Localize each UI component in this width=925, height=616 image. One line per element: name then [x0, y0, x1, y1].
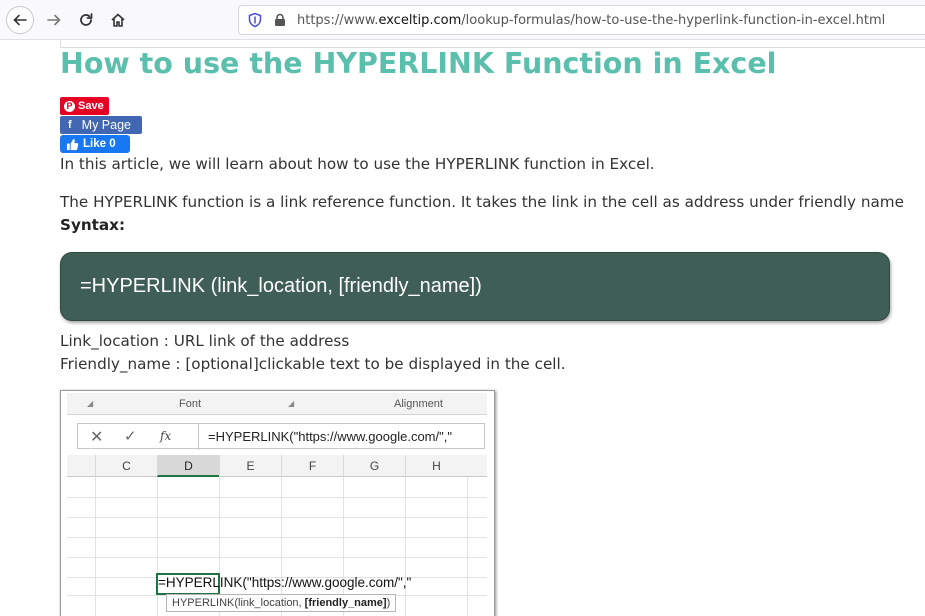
syntax-label: Syntax:: [60, 216, 126, 234]
formula-bar-text: =HYPERLINK("https://www.google.com/",": [208, 429, 452, 444]
checkmark-icon: ✓: [124, 428, 137, 445]
dialog-launcher-icon: ◢: [87, 399, 94, 408]
column-header: F: [281, 455, 343, 477]
grid-line: [67, 517, 487, 518]
home-button[interactable]: [104, 6, 132, 34]
function-icon: fx: [160, 429, 172, 443]
tooltip-bold-arg: [friendly_name]: [304, 597, 387, 609]
back-button[interactable]: [6, 6, 34, 34]
syntax-formula: =HYPERLINK (link_location, [friendly_nam…: [80, 275, 482, 297]
facebook-page-button[interactable]: f My Page: [60, 116, 142, 134]
active-cell-text: =HYPERLINK("https://www.google.com/",": [158, 575, 412, 590]
lock-icon[interactable]: [273, 13, 287, 27]
grid-line: [67, 537, 487, 538]
browser-toolbar: https://www.exceltip.com/lookup-formulas…: [0, 0, 925, 40]
facebook-like-button[interactable]: Like 0: [60, 135, 130, 153]
column-header: H: [405, 455, 467, 477]
column-header-selected: D: [157, 455, 219, 477]
url-path: /lookup-formulas/how-to-use-the-hyperlin…: [461, 12, 886, 28]
excel-screenshot: ◢ Font ◢ Alignment ✕ ✓ fx =HYPERLINK("ht…: [60, 390, 495, 616]
grid-line: [67, 497, 487, 498]
ribbon-group-font: Font: [179, 398, 202, 410]
intro-paragraph: In this article, we will learn about how…: [60, 155, 655, 173]
home-icon: [111, 13, 125, 27]
url-domain: exceltip.com: [378, 12, 462, 28]
reload-button[interactable]: [72, 6, 100, 34]
arrow-left-icon: [13, 14, 27, 26]
formula-bar: ✕ ✓ fx =HYPERLINK("https://www.google.co…: [77, 423, 485, 450]
column-headers: C D E F G H: [67, 455, 487, 477]
shield-icon[interactable]: [247, 12, 263, 28]
url-text[interactable]: https://www.exceltip.com/lookup-formulas…: [297, 13, 885, 28]
argument-friendly-name: Friendly_name : [optional]clickable text…: [60, 355, 566, 373]
dialog-launcher-icon: ◢: [288, 399, 295, 408]
pinterest-save-button[interactable]: P Save: [60, 97, 109, 115]
ribbon-group-alignment: Alignment: [394, 398, 443, 410]
syntax-box: =HYPERLINK (link_location, [friendly_nam…: [60, 252, 890, 321]
tooltip-prefix: HYPERLINK(link_location,: [172, 597, 305, 609]
grid-line: [67, 557, 487, 558]
description-paragraph: The HYPERLINK function is a link referen…: [60, 193, 904, 211]
column-header: E: [219, 455, 281, 477]
function-tooltip: HYPERLINK(link_location, [friendly_name]…: [166, 594, 397, 612]
facebook-page-label: My Page: [81, 118, 132, 132]
facebook-like-label: Like 0: [83, 138, 116, 150]
page-title: How to use the HYPERLINK Function in Exc…: [60, 47, 777, 80]
pinterest-icon: P: [64, 100, 75, 112]
url-bar[interactable]: https://www.exceltip.com/lookup-formulas…: [238, 5, 925, 35]
argument-link-location: Link_location : URL link of the address: [60, 332, 350, 350]
column-header: C: [95, 455, 157, 477]
arrow-right-icon: [47, 14, 61, 26]
pinterest-save-label: Save: [78, 100, 104, 112]
formula-bar-divider: [198, 424, 199, 450]
url-prefix: https://www.: [297, 12, 379, 28]
excel-ribbon: ◢ Font ◢ Alignment: [67, 393, 487, 415]
reload-icon: [80, 13, 93, 26]
thumbs-up-icon: [66, 138, 79, 150]
column-header: G: [343, 455, 405, 477]
cancel-icon: ✕: [90, 429, 104, 446]
tooltip-suffix: ): [386, 597, 391, 609]
forward-button[interactable]: [40, 6, 68, 34]
facebook-icon: f: [68, 119, 72, 131]
